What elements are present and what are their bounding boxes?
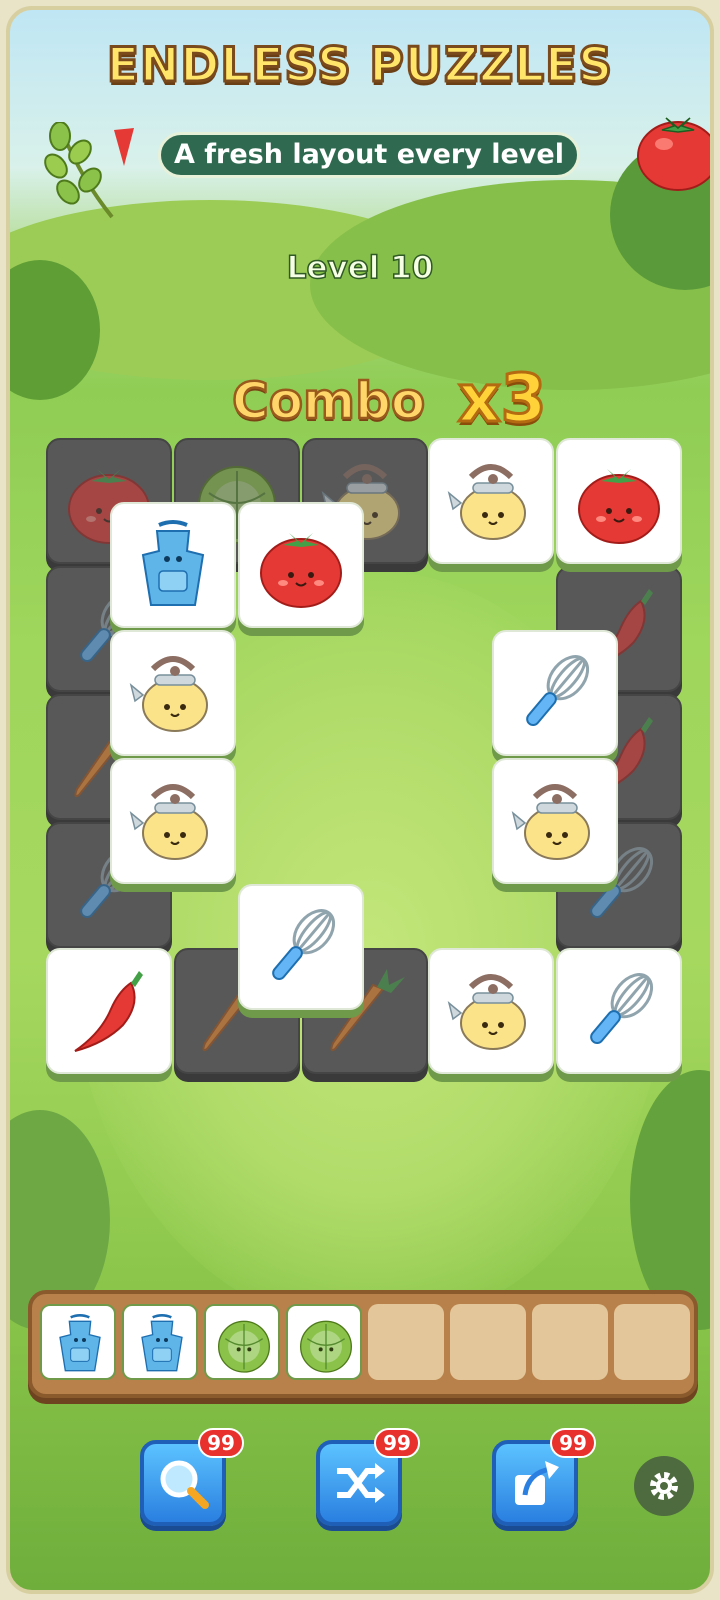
- tomato-icon: [637, 117, 710, 191]
- undo-arrow-icon: [515, 1461, 559, 1505]
- shuffle-icon: [337, 1463, 385, 1503]
- tile-tomato[interactable]: [238, 502, 364, 628]
- chili-icon: [74, 971, 143, 1052]
- tile-kettle[interactable]: [428, 438, 554, 564]
- combo-label: Combo: [231, 371, 427, 432]
- subtitle-banner: A fresh layout every level: [158, 132, 580, 178]
- cabbage-icon: [300, 1320, 352, 1373]
- tile-whisk[interactable]: [238, 884, 364, 1010]
- kettle-icon: [511, 784, 590, 860]
- collection-tray: [28, 1290, 698, 1398]
- tile-whisk[interactable]: [556, 948, 682, 1074]
- apron-icon: [59, 1314, 101, 1372]
- level-label: Level 10: [286, 249, 434, 287]
- tile-tomato[interactable]: [556, 438, 682, 564]
- game-screen: ENDLESS PUZZLES A fresh layout every lev…: [6, 6, 714, 1594]
- undo-count-badge: 99: [550, 1428, 596, 1458]
- settings-button[interactable]: [634, 1456, 694, 1516]
- cabbage-icon: [218, 1320, 270, 1373]
- tray-slot-cabbage: [286, 1304, 362, 1380]
- tile-kettle[interactable]: [428, 948, 554, 1074]
- tile-apron[interactable]: [110, 502, 236, 628]
- tomato-icon: [578, 469, 660, 544]
- whisk-icon: [590, 973, 654, 1045]
- tray-slot-empty: [368, 1304, 444, 1380]
- gear-icon: [650, 1472, 678, 1500]
- kettle-icon: [129, 784, 208, 860]
- tray-slot-empty: [614, 1304, 690, 1380]
- tray-slot-cabbage: [204, 1304, 280, 1380]
- tray-slot-apron: [122, 1304, 198, 1380]
- game-title: ENDLESS PUZZLES: [105, 37, 614, 95]
- tomato-icon: [260, 533, 342, 608]
- shuffle-count-badge: 99: [374, 1428, 420, 1458]
- tile-kettle[interactable]: [492, 758, 618, 884]
- tile-kettle[interactable]: [110, 758, 236, 884]
- whisk-icon: [526, 655, 590, 727]
- kettle-icon: [129, 656, 208, 732]
- kettle-icon: [447, 464, 526, 540]
- chili-sliver-icon: [114, 128, 134, 166]
- whisk-icon: [272, 909, 336, 981]
- tile-kettle[interactable]: [110, 630, 236, 756]
- magnifier-icon: [160, 1460, 209, 1509]
- combo-multiplier: x3: [457, 359, 548, 439]
- shuffle-button[interactable]: 99: [316, 1428, 420, 1526]
- tile-chili[interactable]: [46, 948, 172, 1074]
- tray-slot-empty: [532, 1304, 608, 1380]
- hint-button[interactable]: 99: [140, 1428, 244, 1526]
- apron-icon: [141, 1314, 183, 1372]
- apron-icon: [141, 520, 205, 606]
- kettle-icon: [447, 974, 526, 1050]
- tray-slot-empty: [450, 1304, 526, 1380]
- tray-slot-apron: [40, 1304, 116, 1380]
- undo-button[interactable]: 99: [492, 1428, 596, 1526]
- tile-whisk[interactable]: [492, 630, 618, 756]
- hint-count-badge: 99: [198, 1428, 244, 1458]
